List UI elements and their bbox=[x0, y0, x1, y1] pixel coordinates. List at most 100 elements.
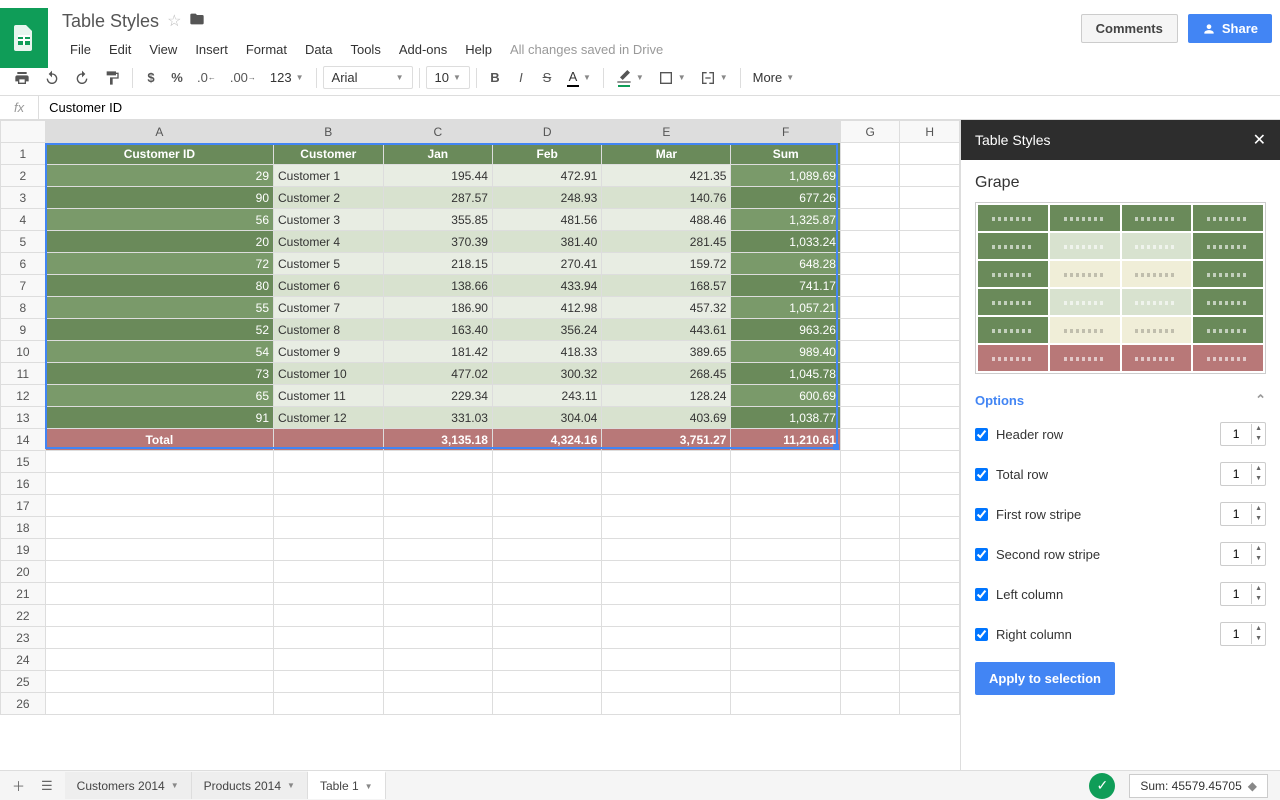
col-header-B[interactable]: B bbox=[274, 121, 384, 143]
borders-dropdown[interactable]: ▼ bbox=[652, 68, 692, 88]
empty-cell[interactable] bbox=[383, 451, 492, 473]
data-cell[interactable]: Customer 4 bbox=[274, 231, 384, 253]
col-header-E[interactable]: E bbox=[602, 121, 731, 143]
empty-cell[interactable] bbox=[45, 473, 273, 495]
total-cell[interactable]: 3,135.18 bbox=[383, 429, 492, 451]
option-spinner[interactable]: ▲▼ bbox=[1220, 622, 1266, 646]
menu-edit[interactable]: Edit bbox=[101, 38, 139, 61]
empty-cell[interactable] bbox=[731, 451, 840, 473]
empty-cell[interactable] bbox=[900, 649, 960, 671]
paint-format-icon[interactable] bbox=[98, 65, 126, 91]
empty-cell[interactable] bbox=[492, 605, 601, 627]
row-header[interactable]: 2 bbox=[1, 165, 46, 187]
data-cell[interactable]: 181.42 bbox=[383, 341, 492, 363]
share-button[interactable]: Share bbox=[1188, 14, 1272, 43]
empty-cell[interactable] bbox=[45, 671, 273, 693]
data-cell[interactable]: 1,038.77 bbox=[731, 407, 840, 429]
empty-cell[interactable] bbox=[45, 495, 273, 517]
data-cell[interactable]: 421.35 bbox=[602, 165, 731, 187]
data-cell[interactable]: 186.90 bbox=[383, 297, 492, 319]
table-header-cell[interactable]: Mar bbox=[602, 143, 731, 165]
all-sheets-icon[interactable]: ☰ bbox=[37, 774, 57, 798]
empty-cell[interactable] bbox=[900, 517, 960, 539]
data-cell[interactable]: 65 bbox=[45, 385, 273, 407]
empty-cell[interactable] bbox=[274, 539, 384, 561]
empty-cell[interactable] bbox=[383, 517, 492, 539]
data-cell[interactable]: 281.45 bbox=[602, 231, 731, 253]
spinner-down-icon[interactable]: ▼ bbox=[1252, 594, 1265, 604]
more-dropdown[interactable]: More ▼ bbox=[747, 68, 801, 87]
empty-cell[interactable] bbox=[274, 517, 384, 539]
data-cell[interactable]: 1,057.21 bbox=[731, 297, 840, 319]
data-cell[interactable]: 54 bbox=[45, 341, 273, 363]
data-cell[interactable]: Customer 2 bbox=[274, 187, 384, 209]
empty-cell[interactable] bbox=[45, 627, 273, 649]
empty-cell[interactable] bbox=[840, 605, 900, 627]
col-header-H[interactable]: H bbox=[900, 121, 960, 143]
menu-view[interactable]: View bbox=[141, 38, 185, 61]
empty-cell[interactable] bbox=[840, 693, 900, 715]
empty-cell[interactable] bbox=[45, 649, 273, 671]
row-header[interactable]: 6 bbox=[1, 253, 46, 275]
data-cell[interactable]: 1,033.24 bbox=[731, 231, 840, 253]
italic-icon[interactable]: I bbox=[509, 65, 533, 91]
empty-cell[interactable] bbox=[900, 451, 960, 473]
row-header[interactable]: 10 bbox=[1, 341, 46, 363]
table-header-cell[interactable]: Customer ID bbox=[45, 143, 273, 165]
empty-cell[interactable] bbox=[900, 539, 960, 561]
table-header-cell[interactable]: Sum bbox=[731, 143, 840, 165]
empty-cell[interactable] bbox=[602, 671, 731, 693]
format-number-dropdown[interactable]: 123 ▼ bbox=[264, 68, 310, 87]
doc-title[interactable]: Table Styles bbox=[62, 11, 159, 32]
fill-color-dropdown[interactable]: ▼ bbox=[610, 66, 650, 89]
row-header[interactable]: 17 bbox=[1, 495, 46, 517]
empty-cell[interactable] bbox=[602, 627, 731, 649]
comments-button[interactable]: Comments bbox=[1081, 14, 1178, 43]
empty-cell[interactable] bbox=[731, 539, 840, 561]
col-header-F[interactable]: F bbox=[731, 121, 840, 143]
menu-data[interactable]: Data bbox=[297, 38, 340, 61]
empty-cell[interactable] bbox=[45, 561, 273, 583]
data-cell[interactable]: Customer 7 bbox=[274, 297, 384, 319]
empty-cell[interactable] bbox=[45, 539, 273, 561]
row-header[interactable]: 13 bbox=[1, 407, 46, 429]
data-cell[interactable]: Customer 11 bbox=[274, 385, 384, 407]
spinner-up-icon[interactable]: ▲ bbox=[1252, 544, 1265, 554]
empty-cell[interactable] bbox=[900, 473, 960, 495]
spinner-up-icon[interactable]: ▲ bbox=[1252, 584, 1265, 594]
empty-cell[interactable] bbox=[274, 473, 384, 495]
empty-cell[interactable] bbox=[45, 517, 273, 539]
bold-icon[interactable]: B bbox=[483, 65, 507, 91]
data-cell[interactable]: 370.39 bbox=[383, 231, 492, 253]
data-cell[interactable]: 248.93 bbox=[492, 187, 601, 209]
spinner-up-icon[interactable]: ▲ bbox=[1252, 424, 1265, 434]
option-checkbox[interactable] bbox=[975, 428, 988, 441]
row-header[interactable]: 21 bbox=[1, 583, 46, 605]
total-cell[interactable]: 4,324.16 bbox=[492, 429, 601, 451]
empty-cell[interactable] bbox=[492, 495, 601, 517]
empty-cell[interactable] bbox=[492, 649, 601, 671]
empty-cell[interactable] bbox=[840, 583, 900, 605]
menu-help[interactable]: Help bbox=[457, 38, 500, 61]
empty-cell[interactable] bbox=[383, 539, 492, 561]
empty-cell[interactable] bbox=[274, 495, 384, 517]
data-cell[interactable]: 418.33 bbox=[492, 341, 601, 363]
data-cell[interactable]: 29 bbox=[45, 165, 273, 187]
empty-cell[interactable] bbox=[731, 583, 840, 605]
increase-decimal-icon[interactable]: .00→ bbox=[224, 65, 262, 91]
empty-cell[interactable] bbox=[274, 671, 384, 693]
row-header[interactable]: 11 bbox=[1, 363, 46, 385]
option-checkbox[interactable] bbox=[975, 548, 988, 561]
sheet-tab[interactable]: Customers 2014 ▼ bbox=[65, 772, 192, 799]
data-cell[interactable]: 56 bbox=[45, 209, 273, 231]
data-cell[interactable]: Customer 8 bbox=[274, 319, 384, 341]
data-cell[interactable]: 356.24 bbox=[492, 319, 601, 341]
menu-add-ons[interactable]: Add-ons bbox=[391, 38, 455, 61]
menu-file[interactable]: File bbox=[62, 38, 99, 61]
row-header[interactable]: 24 bbox=[1, 649, 46, 671]
font-size-dropdown[interactable]: 10▼ bbox=[426, 66, 470, 89]
data-cell[interactable]: 195.44 bbox=[383, 165, 492, 187]
empty-cell[interactable] bbox=[492, 517, 601, 539]
option-spinner[interactable]: ▲▼ bbox=[1220, 582, 1266, 606]
row-header[interactable]: 18 bbox=[1, 517, 46, 539]
